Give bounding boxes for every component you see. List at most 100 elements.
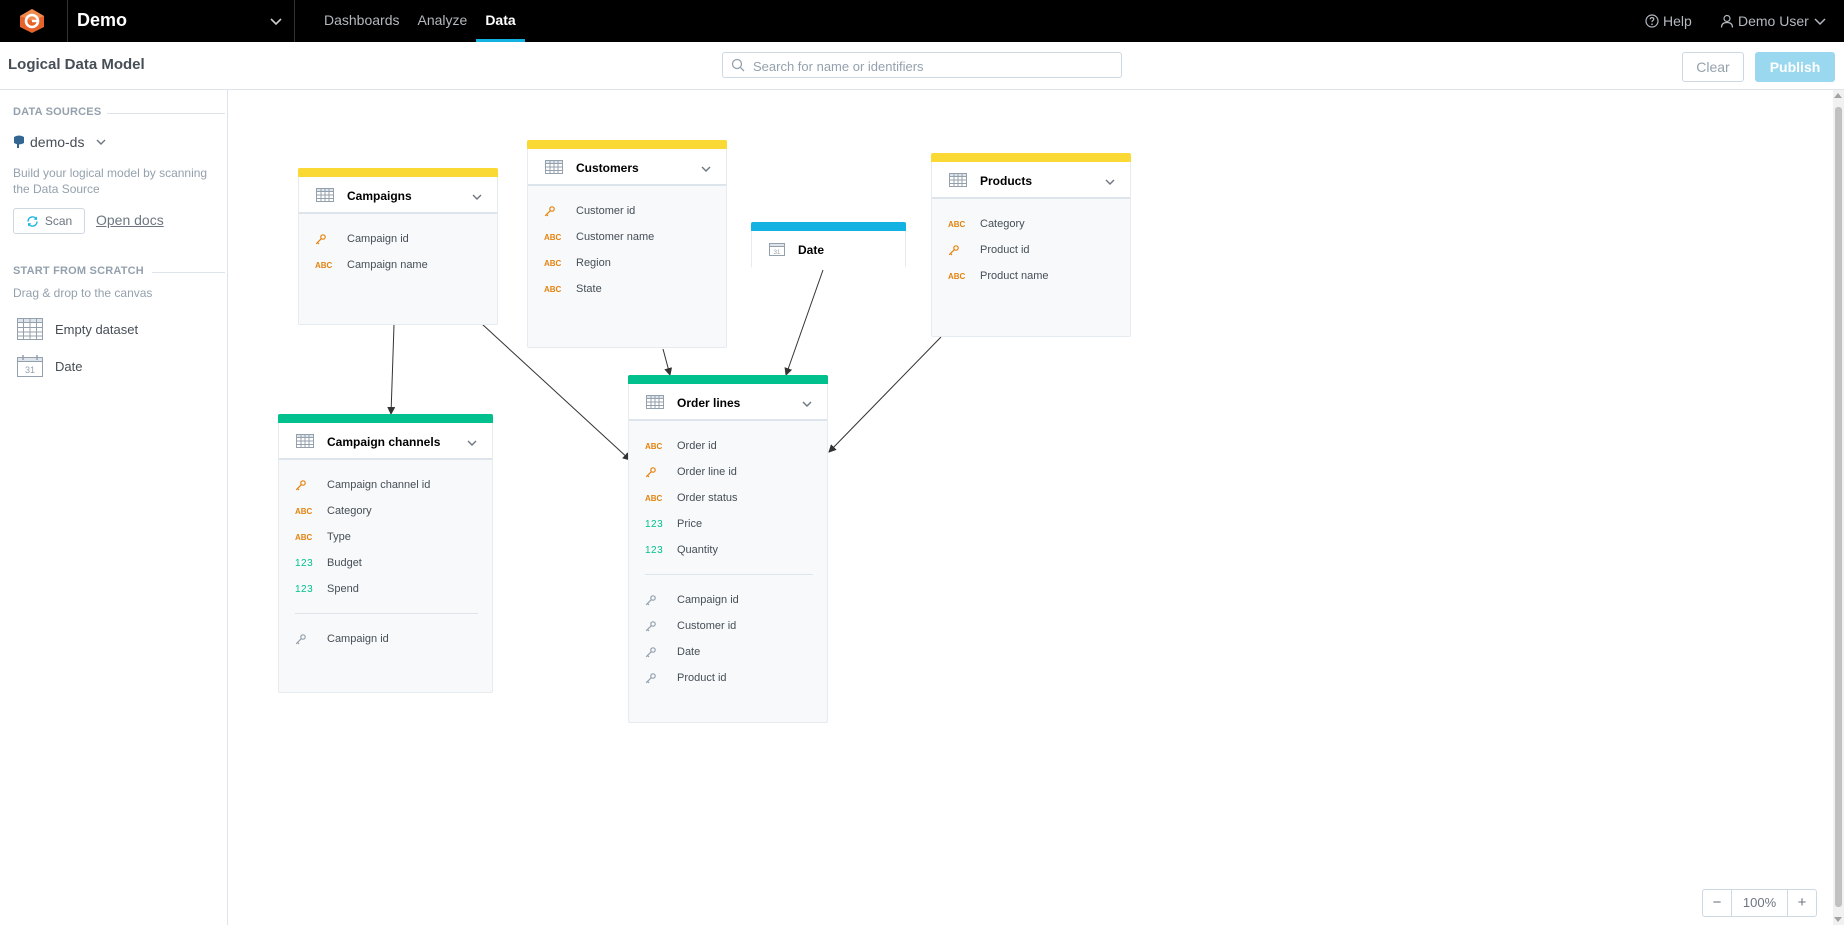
dataset-field[interactable]: ABC Region	[544, 253, 611, 273]
reference-field[interactable]: Customer id	[645, 616, 736, 636]
fact-icon: 123	[295, 583, 314, 595]
chevron-down-icon[interactable]	[1104, 175, 1116, 187]
field-label: Campaign id	[347, 233, 409, 245]
attribute-icon: ABC	[544, 232, 562, 242]
dataset-field[interactable]: ABC Category	[948, 214, 1025, 234]
attribute-icon: ABC	[295, 532, 313, 542]
field-label: Product name	[980, 270, 1049, 282]
scroll-thumb[interactable]	[1835, 107, 1842, 907]
user-menu[interactable]: Demo User	[1720, 0, 1827, 42]
workspace-name: Demo	[77, 10, 128, 30]
dataset-table-icon	[296, 434, 314, 448]
dataset-header[interactable]: 31 Date	[752, 231, 905, 268]
dataset-field[interactable]: 123 Budget	[295, 553, 362, 573]
reference-key-icon	[645, 620, 677, 632]
dataset-title: Order lines	[677, 396, 741, 410]
references-divider	[295, 613, 478, 614]
dataset-field[interactable]: ABC Customer name	[544, 227, 654, 247]
dataset-title: Products	[980, 174, 1033, 188]
dataset-field[interactable]: 123 Price	[645, 514, 702, 534]
chevron-down-icon[interactable]	[466, 436, 478, 448]
dataset-field[interactable]: Customer id	[544, 201, 635, 221]
nav-dashboards[interactable]: Dashboards	[315, 0, 409, 42]
dataset-field[interactable]: Product id	[948, 240, 1030, 260]
dataset-card-campaign-channels[interactable]: Campaign channels Campaign channel id ABC C…	[278, 414, 493, 693]
sidebar: DATA SOURCES demo-ds Build your logical …	[0, 90, 228, 925]
scroll-up-arrow[interactable]	[1834, 93, 1842, 98]
dataset-field[interactable]: 123 Quantity	[645, 540, 718, 560]
dataset-field[interactable]: ABC Order status	[645, 488, 738, 508]
field-label: Campaign name	[347, 259, 428, 271]
scroll-down-arrow[interactable]	[1834, 917, 1842, 922]
app-logo-icon[interactable]	[18, 8, 46, 34]
key-icon	[544, 205, 576, 217]
dataset-field[interactable]: ABC Type	[295, 527, 351, 547]
chevron-down-icon[interactable]	[471, 190, 483, 202]
model-canvas[interactable]: Campaigns Campaign id ABC Campaign name Cust…	[228, 90, 1833, 925]
field-label: Customer id	[576, 205, 636, 217]
dataset-color-bar	[527, 140, 727, 149]
dataset-icon	[17, 318, 43, 340]
empty-dataset-item[interactable]: Empty dataset	[17, 318, 138, 340]
date-item[interactable]: 31 Date	[17, 355, 82, 377]
clear-button[interactable]: Clear	[1682, 52, 1744, 82]
help-menu[interactable]: Help	[1645, 0, 1692, 42]
attribute-icon: ABC	[544, 258, 562, 268]
publish-button[interactable]: Publish	[1755, 52, 1835, 82]
field-label: Spend	[327, 583, 359, 595]
dataset-header[interactable]: Campaign channels	[279, 423, 492, 460]
dataset-field[interactable]: ABC State	[544, 279, 602, 299]
dataset-color-bar	[751, 222, 906, 231]
dataset-table-icon	[949, 173, 967, 187]
search-input[interactable]	[751, 55, 1115, 77]
workspace-switcher[interactable]: Demo	[67, 0, 295, 42]
field-label: Order id	[677, 440, 717, 452]
reference-field[interactable]: Campaign id	[645, 590, 739, 610]
help-label: Help	[1663, 13, 1692, 29]
reference-field[interactable]: Product id	[645, 668, 727, 688]
open-docs-link[interactable]: Open docs	[96, 212, 164, 228]
dataset-card-customers[interactable]: Customers Customer id ABC Customer name ABC R…	[527, 140, 727, 348]
dataset-card-order-lines[interactable]: Order lines ABC Order id Order line id ABC Or…	[628, 375, 828, 723]
data-source-selector[interactable]: demo-ds	[13, 134, 107, 150]
database-icon	[14, 135, 24, 148]
dataset-header[interactable]: Campaigns	[299, 177, 497, 214]
dataset-header[interactable]: Products	[932, 162, 1130, 199]
nav-data[interactable]: Data	[476, 0, 525, 42]
reference-field[interactable]: Campaign id	[295, 629, 389, 649]
nav-analyze[interactable]: Analyze	[409, 0, 477, 42]
dataset-card-campaigns[interactable]: Campaigns Campaign id ABC Campaign name	[298, 168, 498, 325]
zoom-out-button[interactable]: −	[1703, 890, 1732, 916]
zoom-in-button[interactable]: +	[1788, 890, 1816, 916]
dataset-field[interactable]: 123 Spend	[295, 579, 359, 599]
main-nav: Dashboards Analyze Data	[315, 0, 525, 42]
edge-date-to-order-lines	[784, 269, 824, 376]
chevron-down-icon[interactable]	[801, 397, 813, 409]
dataset-field[interactable]: ABC Campaign name	[315, 255, 428, 275]
dataset-header[interactable]: Order lines	[629, 384, 827, 421]
field-label: State	[576, 283, 602, 295]
dataset-field[interactable]: Campaign channel id	[295, 475, 430, 495]
attribute-icon: ABC	[315, 260, 333, 270]
fact-icon: 123	[645, 518, 664, 530]
dataset-field[interactable]: ABC Product name	[948, 266, 1048, 286]
reference-field[interactable]: Date	[645, 642, 700, 662]
dataset-card-products[interactable]: Products ABC Category Product id ABC Product …	[931, 153, 1131, 337]
chevron-down-icon[interactable]	[700, 162, 712, 174]
dataset-field[interactable]: Campaign id	[315, 229, 409, 249]
start-from-scratch-title: START FROM SCRATCH	[13, 265, 144, 277]
field-label: Quantity	[677, 544, 718, 556]
scan-hint: Build your logical model by scanning the…	[13, 166, 208, 196]
chevron-down-icon	[1814, 18, 1826, 26]
dataset-field[interactable]: ABC Category	[295, 501, 372, 521]
dataset-card-date[interactable]: 31 Date	[751, 222, 906, 268]
vertical-scrollbar[interactable]	[1833, 90, 1844, 925]
dataset-field[interactable]: ABC Order id	[645, 436, 717, 456]
chevron-down-icon	[96, 139, 106, 145]
svg-text:31: 31	[774, 250, 781, 256]
dataset-header[interactable]: Customers	[528, 149, 726, 186]
field-label: Budget	[327, 557, 362, 569]
scan-button[interactable]: Scan	[13, 208, 85, 234]
top-bar: Demo Dashboards Analyze Data Help Demo U…	[0, 0, 1844, 42]
dataset-field[interactable]: Order line id	[645, 462, 737, 482]
